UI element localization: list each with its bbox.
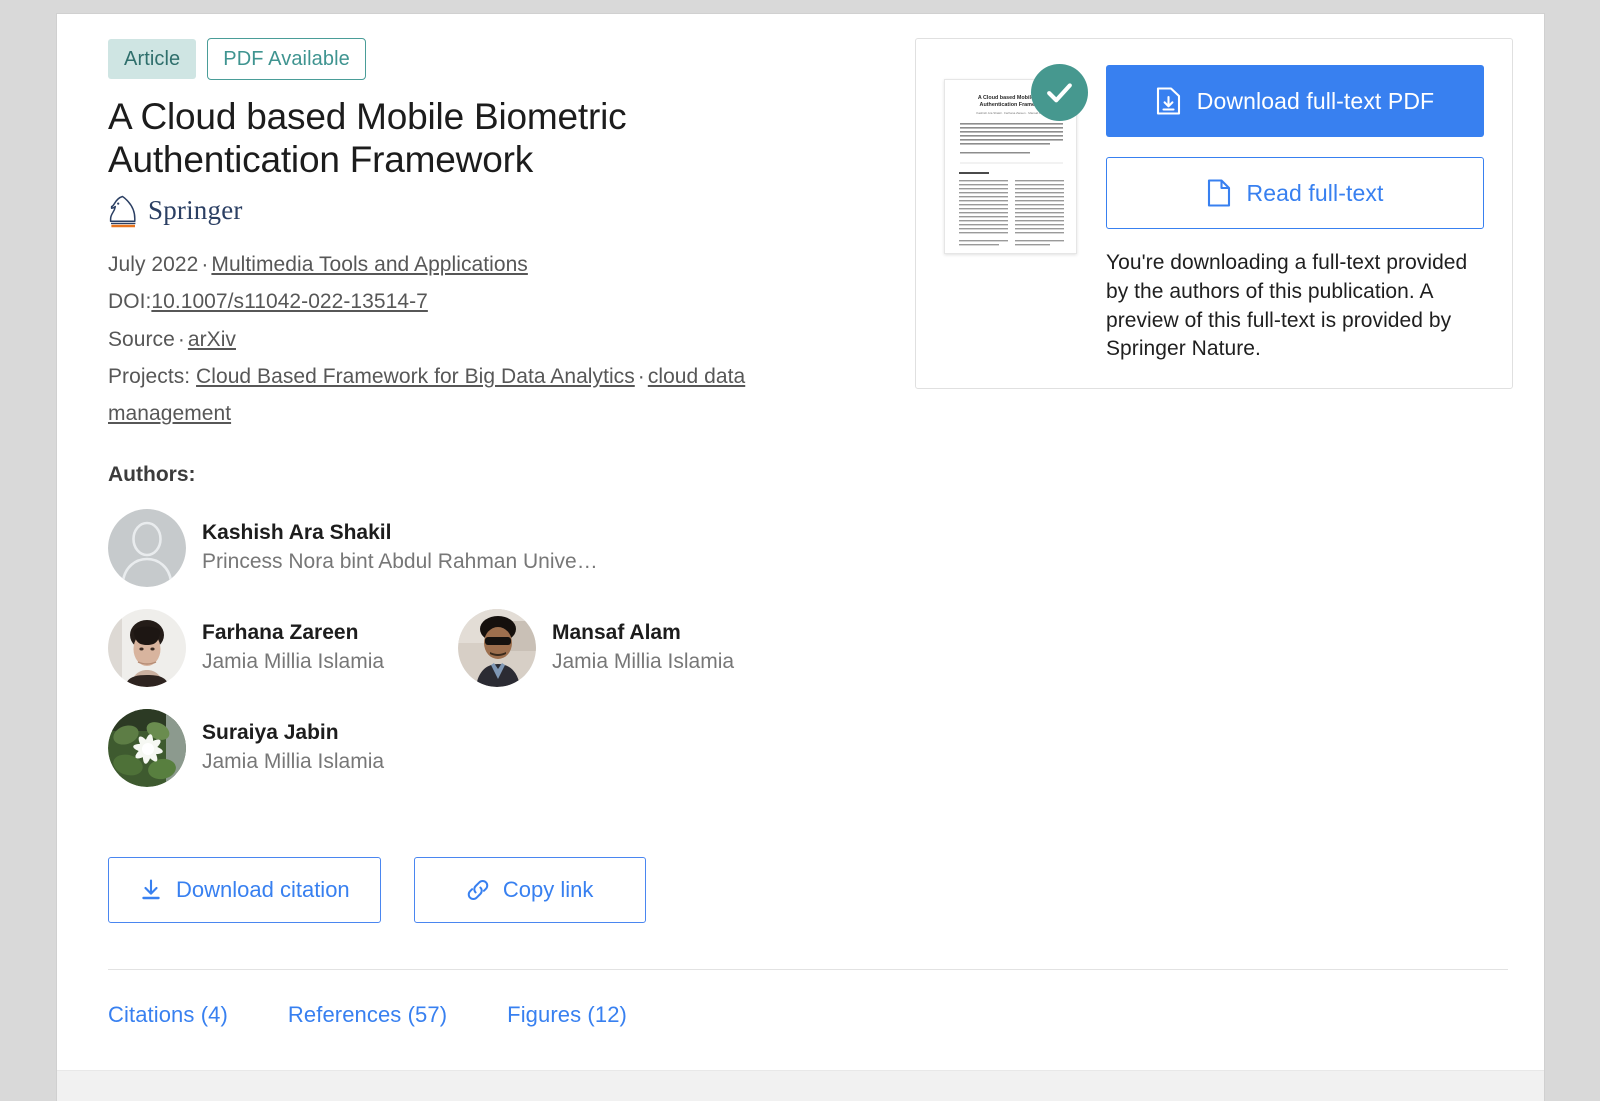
author-affiliation: Jamia Millia Islamia bbox=[202, 649, 385, 673]
author-photo-avatar bbox=[458, 608, 536, 687]
file-icon bbox=[1207, 179, 1230, 207]
author-card[interactable]: Suraiya Jabin Jamia Millia Islamia bbox=[108, 708, 384, 787]
tab-figures[interactable]: Figures (12) bbox=[507, 1002, 627, 1028]
author-affiliation: Jamia Millia Islamia bbox=[202, 749, 385, 773]
badge-group: Article PDF Available bbox=[108, 38, 868, 80]
fulltext-actions: Download full-text PDF Read full-text Yo… bbox=[1106, 61, 1484, 364]
avatar bbox=[108, 508, 186, 587]
source-line: Source · arXiv bbox=[108, 321, 868, 358]
download-fulltext-pdf-label: Download full-text PDF bbox=[1196, 87, 1435, 114]
source-label: Source bbox=[108, 327, 175, 351]
tab-citations[interactable]: Citations (4) bbox=[108, 1002, 228, 1028]
author-card[interactable]: Mansaf Alam Jamia Millia Islamia bbox=[458, 608, 734, 687]
projects-label: Projects: bbox=[108, 364, 191, 388]
author-name[interactable]: Kashish Ara Shakil bbox=[202, 519, 598, 547]
section-divider bbox=[108, 968, 1508, 970]
projects-line: Projects: Cloud Based Framework for Big … bbox=[108, 358, 868, 433]
page-content: Article PDF Available A Cloud based Mobi… bbox=[108, 38, 1513, 1028]
publication-details-column: Article PDF Available A Cloud based Mobi… bbox=[108, 38, 868, 809]
avatar bbox=[108, 708, 186, 787]
fulltext-card: A Cloud based Mobile Bio Authentication … bbox=[915, 38, 1513, 390]
download-citation-label: Download citation bbox=[176, 876, 350, 902]
springer-logo: Springer bbox=[108, 194, 868, 228]
header-row: Article PDF Available A Cloud based Mobi… bbox=[108, 38, 1513, 809]
author-affiliation: Princess Nora bint Abdul Rahman Unive… bbox=[202, 549, 598, 573]
springer-wordmark: Springer bbox=[148, 195, 243, 226]
pdf-available-badge[interactable]: PDF Available bbox=[207, 38, 366, 80]
authors-heading: Authors: bbox=[108, 462, 196, 486]
read-fulltext-button[interactable]: Read full-text bbox=[1106, 157, 1484, 229]
page-title: A Cloud based Mobile Biometric Authentic… bbox=[108, 96, 627, 180]
publication-date-journal: July 2022 · Multimedia Tools and Applicati… bbox=[108, 246, 868, 283]
copy-link-button[interactable]: Copy link bbox=[413, 856, 646, 923]
fulltext-column: A Cloud based Mobile Bio Authentication … bbox=[915, 38, 1515, 390]
authors-list: Kashish Ara Shakil Princess Nora bint Ab… bbox=[108, 508, 868, 787]
download-icon bbox=[142, 879, 160, 899]
author-photo-avatar bbox=[108, 708, 186, 787]
author-row: Kashish Ara Shakil Princess Nora bint Ab… bbox=[108, 508, 868, 587]
avatar bbox=[108, 608, 186, 687]
meta-separator: · bbox=[637, 364, 645, 388]
doi-link[interactable]: 10.1007/s11042-022-13514-7 bbox=[151, 290, 427, 313]
journal-link[interactable]: Multimedia Tools and Applications bbox=[211, 253, 527, 276]
download-fulltext-pdf-button[interactable]: Download full-text PDF bbox=[1106, 65, 1484, 137]
check-circle-icon bbox=[1047, 83, 1072, 103]
tab-references[interactable]: References (57) bbox=[288, 1002, 447, 1028]
doi-label: DOI: bbox=[108, 290, 152, 314]
publication-page: Article PDF Available A Cloud based Mobi… bbox=[57, 14, 1544, 1101]
fulltext-note: You're downloading a full-text provided … bbox=[1106, 251, 1468, 361]
author-info: Farhana Zareen Jamia Millia Islamia bbox=[202, 619, 384, 676]
svg-text:Kashish Ara Shakil · Farhana Z: Kashish Ara Shakil · Farhana Zareen · Ma… bbox=[976, 111, 1046, 115]
copy-link-label: Copy link bbox=[502, 876, 594, 902]
doi-line: DOI:10.1007/s11042-022-13514-7 bbox=[108, 283, 868, 320]
author-row: Farhana Zareen Jamia Millia Islamia Mans… bbox=[108, 608, 868, 687]
knight-chess-icon bbox=[109, 195, 136, 228]
author-info: Kashish Ara Shakil Princess Nora bint Ab… bbox=[202, 519, 598, 576]
author-info: Mansaf Alam Jamia Millia Islamia bbox=[552, 619, 734, 676]
status-badge bbox=[1031, 64, 1088, 121]
source-link[interactable]: arXiv bbox=[188, 328, 236, 351]
author-name[interactable]: Suraiya Jabin bbox=[202, 719, 384, 747]
author-row: Suraiya Jabin Jamia Millia Islamia bbox=[108, 708, 868, 787]
author-card[interactable]: Kashish Ara Shakil Princess Nora bint Ab… bbox=[108, 508, 598, 587]
publication-tabs: Citations (4) References (57) Figures (1… bbox=[108, 1002, 1508, 1028]
author-photo-avatar bbox=[108, 608, 186, 687]
project-link-1[interactable]: Cloud Based Framework for Big Data Analy… bbox=[196, 365, 635, 388]
download-citation-button[interactable]: Download citation bbox=[108, 856, 381, 923]
meta-separator: · bbox=[201, 252, 209, 276]
placeholder-avatar-icon bbox=[108, 508, 186, 587]
pdf-thumbnail-wrap: A Cloud based Mobile Bio Authentication … bbox=[944, 61, 1088, 364]
page-footer-strip bbox=[57, 1070, 1544, 1101]
meta-separator: · bbox=[177, 327, 185, 351]
action-button-group: Download citation Copy link bbox=[108, 856, 1508, 923]
file-download-icon bbox=[1156, 87, 1180, 115]
author-card[interactable]: Farhana Zareen Jamia Millia Islamia bbox=[108, 608, 458, 687]
author-affiliation: Jamia Millia Islamia bbox=[552, 649, 735, 673]
author-info: Suraiya Jabin Jamia Millia Islamia bbox=[202, 719, 384, 776]
avatar bbox=[458, 608, 536, 687]
author-name[interactable]: Farhana Zareen bbox=[202, 619, 384, 647]
link-icon bbox=[467, 879, 489, 900]
publication-type-badge: Article bbox=[108, 39, 197, 79]
author-name[interactable]: Mansaf Alam bbox=[552, 619, 734, 647]
publication-date: July 2022 bbox=[108, 252, 199, 276]
read-fulltext-label: Read full-text bbox=[1246, 179, 1384, 206]
